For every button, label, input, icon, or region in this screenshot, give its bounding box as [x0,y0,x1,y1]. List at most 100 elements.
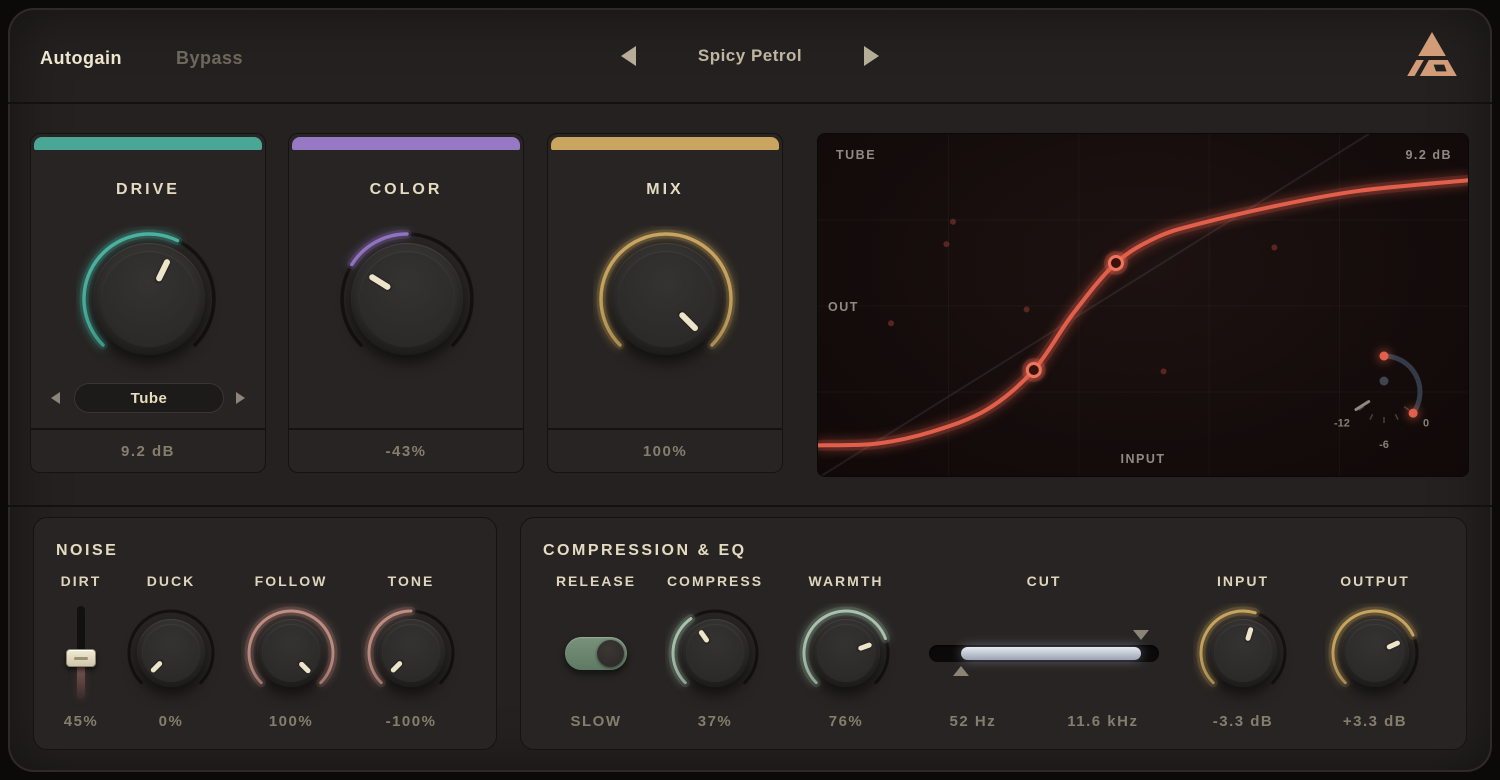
input-label: INPUT [1173,573,1313,589]
knob-pointer [678,311,699,332]
drive-type-next-icon[interactable] [236,392,245,404]
tone-knob[interactable] [361,603,461,703]
graph-gain-label: 9.2 dB [1405,148,1452,162]
drive-accent-strip [34,137,262,150]
preset-prev-icon[interactable] [621,46,636,66]
cut-slider-fill [961,647,1140,660]
drive-value: 9.2 dB [31,428,265,472]
graph-input-axis-label: INPUT [818,452,1468,466]
knob-pointer [368,273,392,291]
mix-panel: MIX 100% [547,133,783,473]
knob-body[interactable] [1209,619,1277,687]
knob-body[interactable] [681,619,749,687]
drive-type-prev-icon[interactable] [51,392,60,404]
knob-body[interactable] [137,619,205,687]
follow-value: 100% [221,713,361,730]
tone-control: TONE -100% [341,573,481,730]
cut-high-value: 11.6 kHz [1067,713,1138,730]
warmth-label: WARMTH [776,573,916,589]
follow-label: FOLLOW [221,573,361,589]
input-control: INPUT -3.3 dB [1173,573,1313,730]
mix-accent-strip [551,137,779,150]
knob-body[interactable] [812,619,880,687]
knob-pointer [1386,639,1401,649]
knob-body[interactable] [377,619,445,687]
output-value: +3.3 dB [1305,713,1445,730]
compress-value: 37% [645,713,785,730]
compression-eq-panel: COMPRESSION & EQ RELEASE SLOW COMPRESS 3… [520,517,1467,750]
transfer-curve-svg: -12-60 [818,134,1469,477]
transfer-curve-display[interactable]: -12-60 TUBE 9.2 dB OUT INPUT [817,133,1469,477]
drive-type-value[interactable]: Tube [74,383,224,413]
knob-body[interactable] [257,619,325,687]
graph-mode-label: TUBE [836,148,876,162]
knob-pointer [150,660,163,673]
compress-knob[interactable] [665,603,765,703]
cut-high-handle[interactable] [1133,630,1149,640]
preset-name[interactable]: Spicy Petrol [690,46,810,66]
svg-text:0: 0 [1423,418,1429,430]
release-toggle-knob[interactable] [597,640,624,667]
warmth-control: WARMTH 76% [776,573,916,730]
mix-knob[interactable] [593,226,739,372]
compress-label: COMPRESS [645,573,785,589]
color-title: COLOR [289,181,523,199]
knob-pointer [390,660,403,673]
noise-panel: NOISE DIRT 45% DUCK 0% [33,517,497,750]
knob-pointer [155,258,171,282]
preset-selector: Spicy Petrol [621,8,879,104]
graph-out-axis-label: OUT [828,300,859,314]
brand-logo-icon [1400,30,1464,88]
plugin-body: Autogain Bypass Spicy Petrol DRIVE [8,8,1492,772]
tone-value: -100% [341,713,481,730]
duck-value: 0% [101,713,241,730]
input-knob[interactable] [1193,603,1293,703]
knob-pointer [298,660,311,673]
knob-pointer [857,641,872,650]
preset-next-icon[interactable] [864,46,879,66]
autogain-button[interactable]: Autogain [40,48,122,69]
knob-body[interactable] [351,243,463,355]
top-bar: Autogain Bypass Spicy Petrol [8,8,1492,104]
color-knob[interactable] [334,226,480,372]
compression-eq-title: COMPRESSION & EQ [543,542,747,560]
duck-control: DUCK 0% [101,573,241,730]
tone-label: TONE [341,573,481,589]
drive-title: DRIVE [31,181,265,199]
output-knob[interactable] [1325,603,1425,703]
noise-title: NOISE [56,542,118,560]
knob-body[interactable] [93,243,205,355]
knob-pointer [1244,626,1253,641]
section-divider [8,505,1492,507]
follow-knob[interactable] [241,603,341,703]
follow-control: FOLLOW 100% [221,573,361,730]
color-accent-strip [292,137,520,150]
knob-body[interactable] [1341,619,1409,687]
compress-control: COMPRESS 37% [645,573,785,730]
drive-knob[interactable] [76,226,222,372]
cut-range-slider[interactable] [929,633,1159,673]
cut-control: CUT 52 Hz 11.6 kHz [904,573,1184,730]
svg-text:-12: -12 [1334,418,1350,430]
color-panel: COLOR -43% [288,133,524,473]
output-label: OUTPUT [1305,573,1445,589]
dirt-slider[interactable] [75,606,87,700]
input-value: -3.3 dB [1173,713,1313,730]
duck-label: DUCK [101,573,241,589]
duck-knob[interactable] [121,603,221,703]
dirt-slider-handle[interactable] [66,649,96,667]
cut-low-value: 52 Hz [950,713,997,730]
plugin-window: Autogain Bypass Spicy Petrol DRIVE [0,0,1500,780]
cut-label: CUT [904,573,1184,589]
cut-low-handle[interactable] [953,666,969,676]
knob-body[interactable] [610,243,722,355]
bypass-button[interactable]: Bypass [176,48,243,69]
mix-value: 100% [548,428,782,472]
warmth-knob[interactable] [796,603,896,703]
warmth-value: 76% [776,713,916,730]
knob-pointer [697,629,709,643]
drive-panel: DRIVE Tube 9.2 dB [30,133,266,473]
color-value: -43% [289,428,523,472]
mix-title: MIX [548,181,782,199]
release-toggle[interactable] [565,637,627,670]
